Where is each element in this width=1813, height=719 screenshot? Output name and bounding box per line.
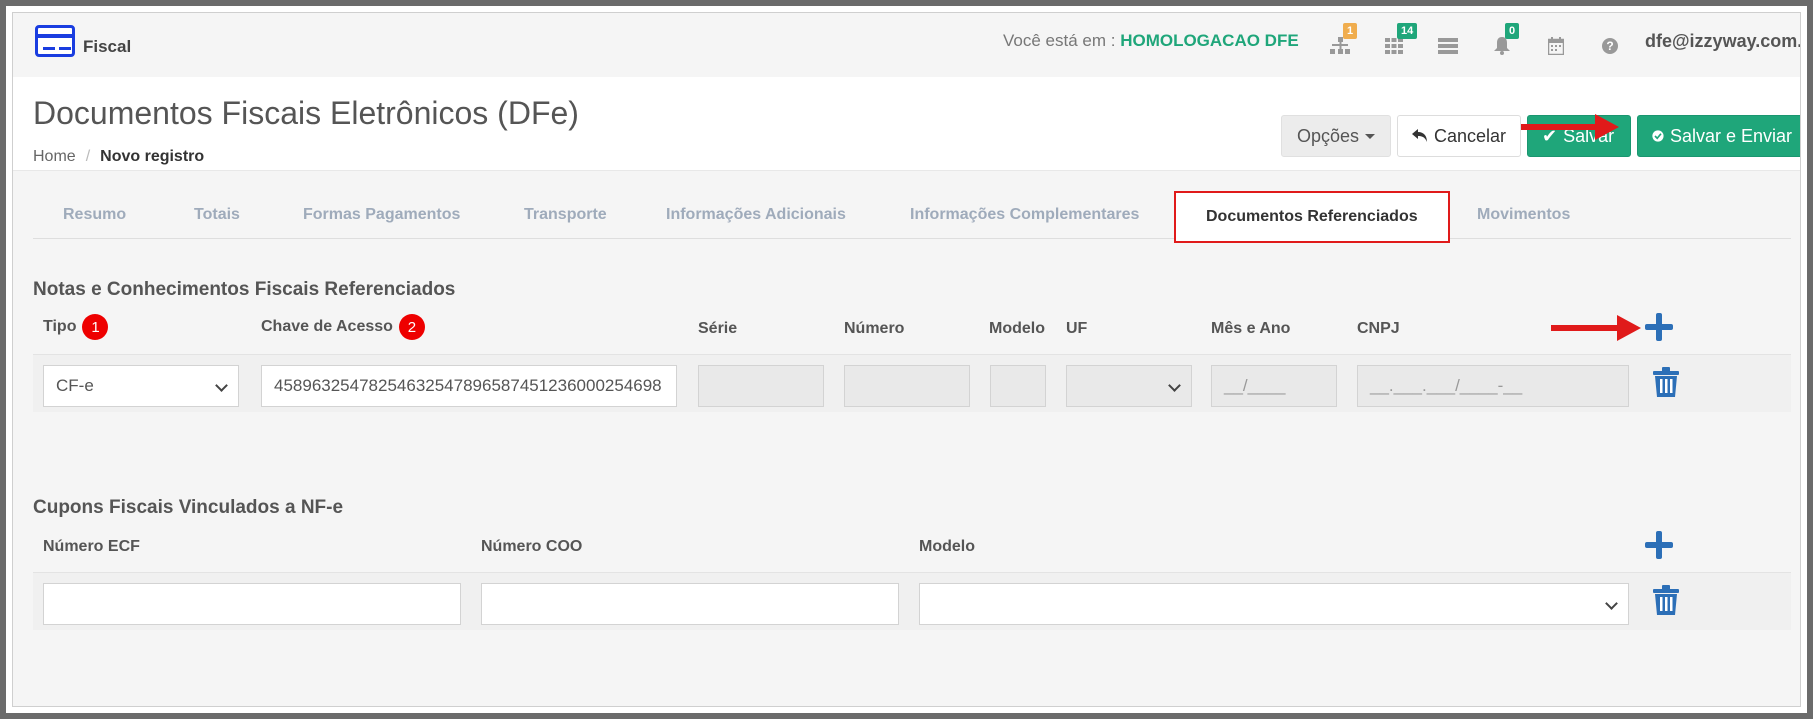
- grid-badge: 14: [1397, 23, 1418, 39]
- add-nota-plus-icon[interactable]: [1645, 313, 1673, 341]
- page-title: Documentos Fiscais Eletrônicos (DFe): [33, 95, 579, 131]
- breadcrumb: Home / Novo registro: [33, 148, 204, 166]
- notas-section-title: Notas e Conhecimentos Fiscais Referencia…: [33, 279, 456, 300]
- tab-resumo[interactable]: Resumo: [63, 206, 126, 224]
- cupons-section-title: Cupons Fiscais Vinculados a NF-e: [33, 497, 344, 518]
- col-cnpj: CNPJ: [1357, 320, 1400, 337]
- module-brand[interactable]: Fiscal: [35, 25, 131, 57]
- uf-select[interactable]: [1066, 365, 1192, 407]
- options-label: Opções: [1296, 125, 1360, 146]
- screenshot-frame: Fiscal Você está em : HOMOLOGACAO DFE 1 …: [0, 0, 1813, 719]
- annotation-arrow: [1551, 315, 1641, 341]
- options-dropdown-button[interactable]: Opções: [1281, 115, 1391, 157]
- col-chave-label: Chave de Acesso: [261, 318, 393, 336]
- modelo-input[interactable]: [990, 365, 1046, 407]
- environment-value[interactable]: HOMOLOGACAO DFE: [1120, 31, 1299, 50]
- numero-coo-input[interactable]: [481, 583, 899, 625]
- cnpj-input[interactable]: __.___.___/____-__: [1357, 365, 1629, 407]
- svg-text:?: ?: [1606, 39, 1613, 53]
- serie-input[interactable]: [698, 365, 824, 407]
- col-serie: Série: [698, 320, 738, 337]
- app-window: Fiscal Você está em : HOMOLOGACAO DFE 1 …: [12, 12, 1801, 707]
- check-circle-icon: [1652, 130, 1664, 142]
- environment-indicator: Você está em : HOMOLOGACAO DFE: [1003, 31, 1299, 51]
- col-numero-coo: Número COO: [481, 538, 583, 555]
- numero-ecf-input[interactable]: [43, 583, 461, 625]
- tab-informacoes-adicionais[interactable]: Informações Adicionais: [666, 206, 846, 224]
- grid-icon[interactable]: 14: [1367, 23, 1421, 59]
- help-icon[interactable]: ?: [1583, 33, 1637, 59]
- bell-icon[interactable]: 0: [1475, 23, 1529, 59]
- undo-icon: [1412, 129, 1427, 142]
- environment-prefix: Você está em :: [1003, 31, 1116, 50]
- tab-documentos-referenciados[interactable]: Documentos Referenciados: [1174, 191, 1450, 243]
- col-mes-ano: Mês e Ano: [1211, 320, 1291, 337]
- tipo-select[interactable]: CF-e: [43, 365, 239, 407]
- marker-2: 2: [398, 314, 425, 340]
- header-actions: Opções Cancelar ✔ Salvar Salvar e Enviar: [1281, 115, 1800, 157]
- trash-icon[interactable]: [1653, 585, 1679, 615]
- sitemap-badge: 1: [1343, 23, 1358, 39]
- mes-ano-input[interactable]: __/____: [1211, 365, 1337, 407]
- user-menu[interactable]: dfe@izzyway.com.br: [1645, 31, 1800, 52]
- top-icons: 1 14 0 ?: [1313, 23, 1637, 59]
- breadcrumb-home[interactable]: Home: [33, 148, 76, 166]
- tab-transporte[interactable]: Transporte: [524, 206, 607, 224]
- col-tipo-label: Tipo: [43, 318, 77, 336]
- form-content: Resumo Totais Formas Pagamentos Transpor…: [13, 171, 1800, 706]
- trash-icon[interactable]: [1653, 367, 1679, 397]
- tab-movimentos[interactable]: Movimentos: [1477, 206, 1570, 224]
- calendar-icon[interactable]: [1529, 33, 1583, 59]
- caret-down-icon: [1365, 133, 1376, 139]
- sitemap-icon[interactable]: 1: [1313, 23, 1367, 59]
- tab-informacoes-complementares[interactable]: Informações Complementares: [910, 206, 1139, 224]
- col-modelo: Modelo: [989, 320, 1045, 337]
- col-numero-ecf: Número ECF: [43, 538, 140, 555]
- col-modelo-cupom: Modelo: [919, 538, 975, 555]
- add-cupom-plus-icon[interactable]: [1645, 531, 1673, 559]
- cupom-row: [33, 572, 1791, 630]
- chave-acesso-input[interactable]: 4589632547825463254789658745123600025469…: [261, 365, 677, 407]
- tab-formas-pagamentos[interactable]: Formas Pagamentos: [303, 206, 460, 224]
- credit-card-icon: [35, 25, 75, 57]
- col-uf: UF: [1066, 320, 1088, 337]
- tab-bar: Resumo Totais Formas Pagamentos Transpor…: [33, 191, 1791, 243]
- module-label: Fiscal: [83, 37, 132, 56]
- tab-totais[interactable]: Totais: [194, 206, 240, 224]
- save-and-send-label: Salvar e Enviar: [1669, 125, 1792, 146]
- col-chave: Chave de Acesso 2: [261, 314, 425, 340]
- col-tipo: Tipo 1: [43, 314, 109, 340]
- breadcrumb-current: Novo registro: [100, 148, 205, 165]
- breadcrumb-separator: /: [85, 148, 91, 165]
- save-and-send-button[interactable]: Salvar e Enviar: [1637, 115, 1800, 157]
- page-header: Documentos Fiscais Eletrônicos (DFe) Hom…: [13, 77, 1800, 171]
- cancel-label: Cancelar: [1433, 125, 1506, 146]
- nota-row: CF-e 45896325478254632547896587451236000…: [33, 354, 1791, 412]
- col-numero: Número: [844, 320, 905, 337]
- numero-input[interactable]: [844, 365, 970, 407]
- modelo-cupom-select[interactable]: [919, 583, 1629, 625]
- bell-badge: 0: [1505, 23, 1520, 39]
- marker-1: 1: [82, 314, 109, 340]
- top-navbar: Fiscal Você está em : HOMOLOGACAO DFE 1 …: [13, 13, 1800, 77]
- cancel-button[interactable]: Cancelar: [1397, 115, 1521, 157]
- annotation-arrow: [1521, 114, 1619, 140]
- server-icon[interactable]: [1421, 33, 1475, 59]
